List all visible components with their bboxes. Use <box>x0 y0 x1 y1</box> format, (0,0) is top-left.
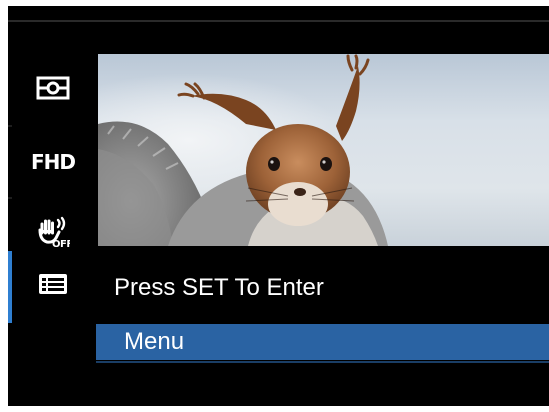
sidebar-item-menu[interactable] <box>8 251 98 321</box>
camera-screen: FHD OFF Press SET To Enter Menu <box>8 6 549 406</box>
svg-text:OFF: OFF <box>52 239 70 248</box>
preview-image <box>98 54 549 246</box>
sidebar-item-video-resolution[interactable]: FHD <box>8 127 98 197</box>
video-resolution-icon: FHD <box>30 150 76 174</box>
metering-icon <box>36 75 70 106</box>
sidebar-item-metering[interactable] <box>8 55 98 125</box>
menu-item-menu[interactable]: Menu <box>96 324 549 360</box>
squirrel-photo <box>98 54 549 246</box>
stabilization-off-icon: OFF <box>36 216 73 253</box>
sidebar: FHD OFF <box>8 55 98 365</box>
menu-underline <box>96 361 549 363</box>
press-set-hint: Press SET To Enter <box>114 274 324 301</box>
menu-list-icon <box>37 272 69 301</box>
top-divider <box>8 20 549 22</box>
